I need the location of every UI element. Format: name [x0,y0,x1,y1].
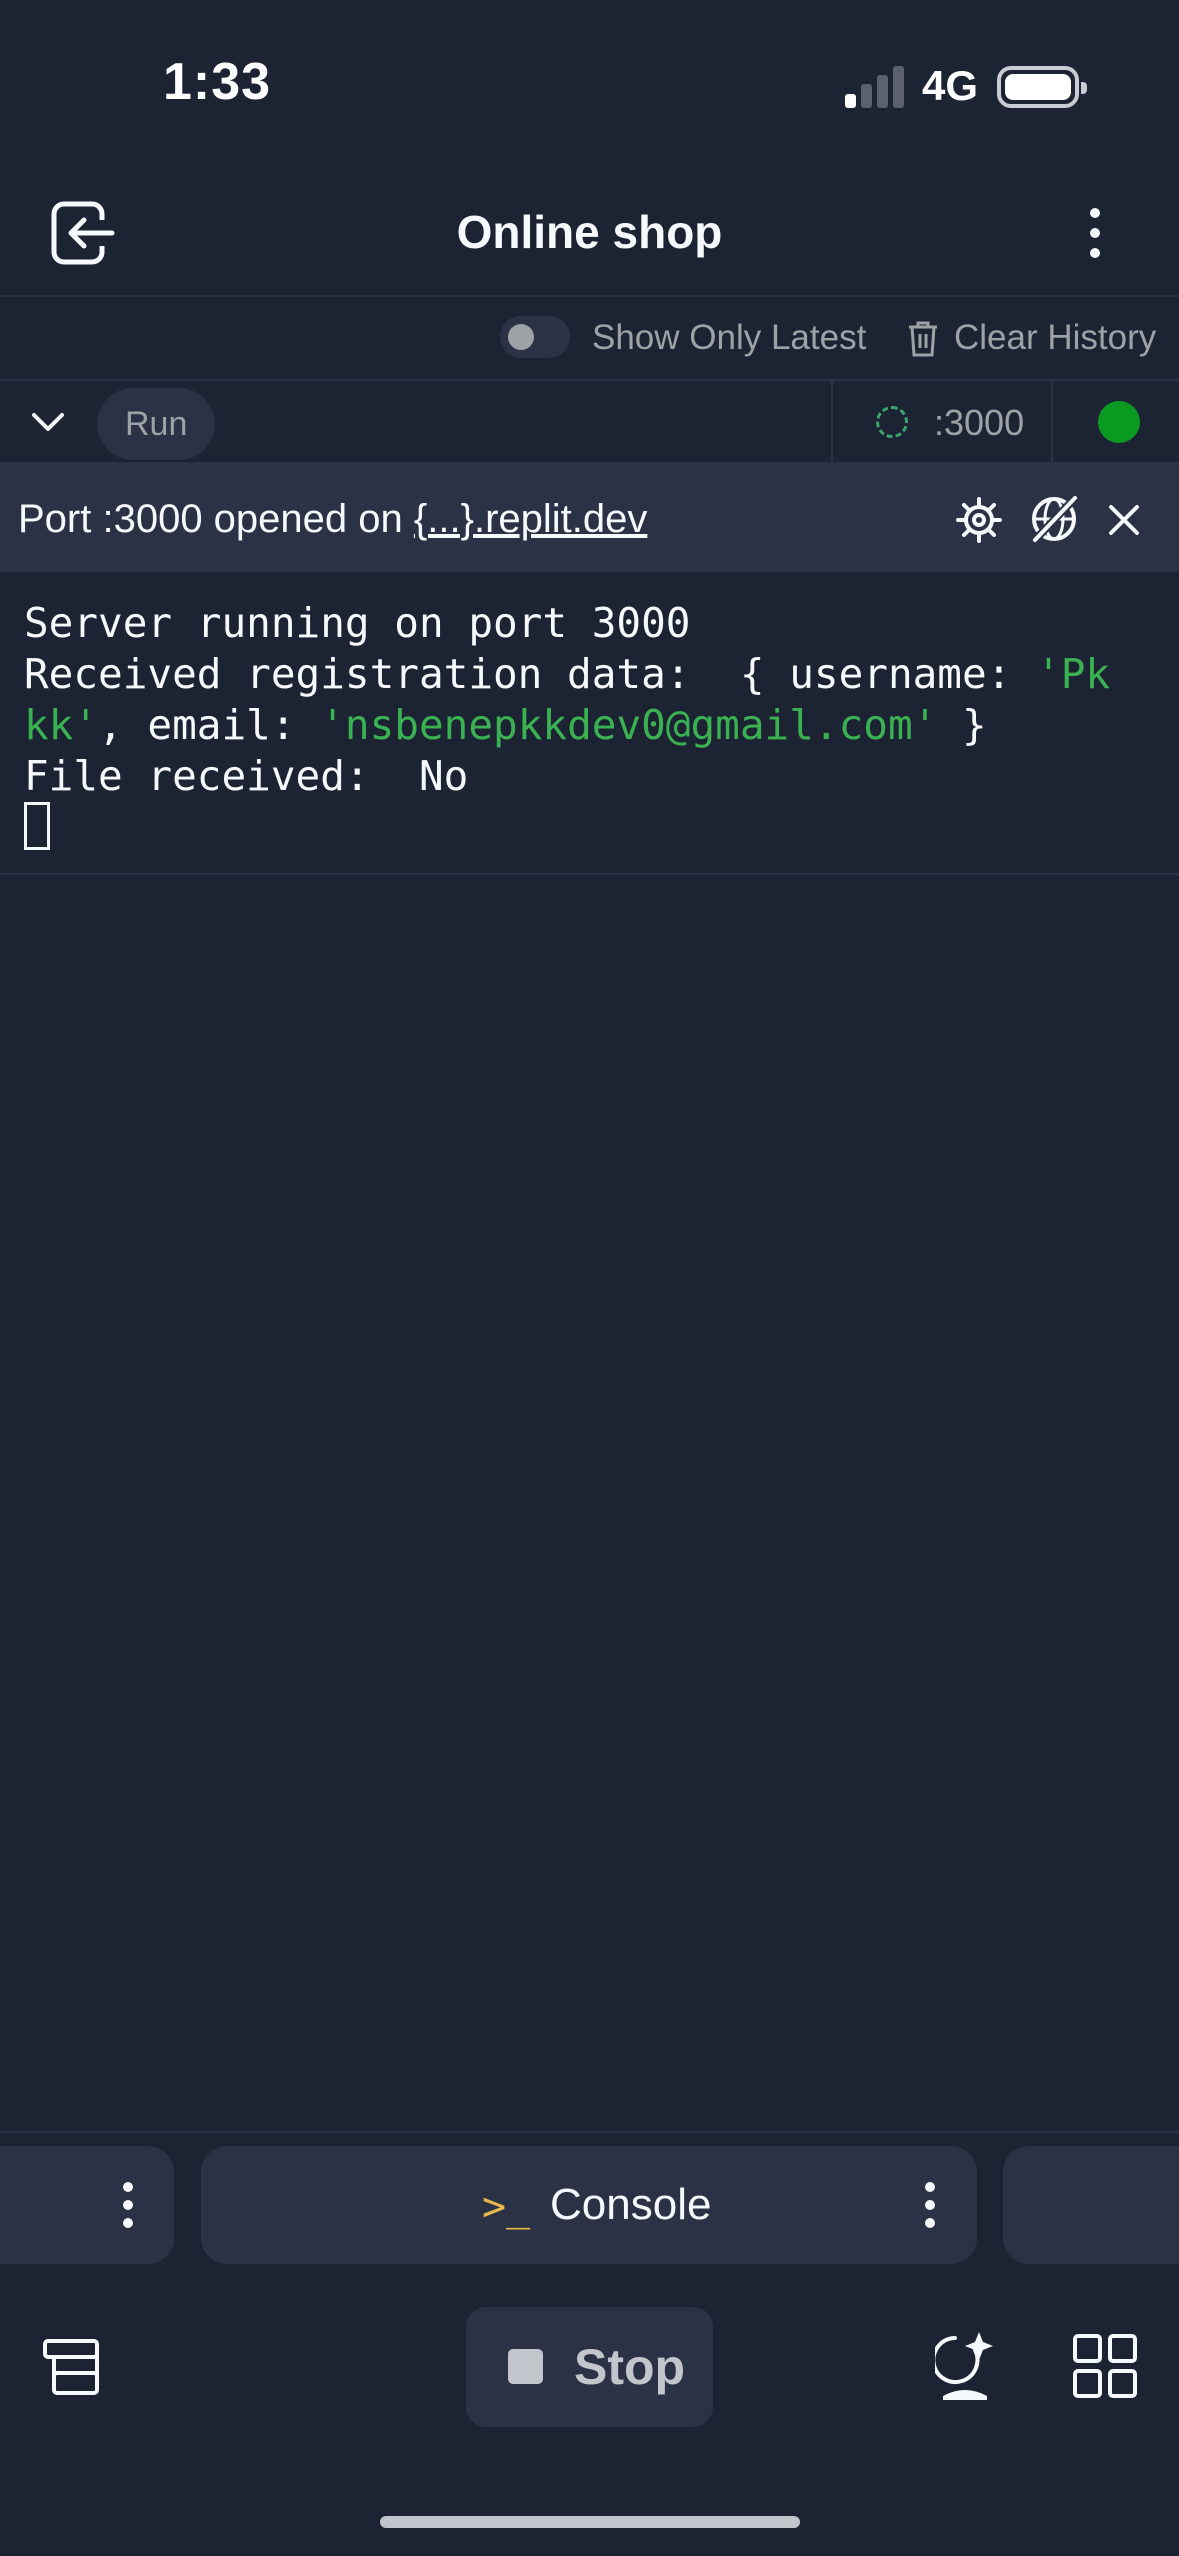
run-row-separator [831,381,833,462]
clear-history-button[interactable]: Clear History [954,318,1156,358]
apps-grid-icon[interactable] [1072,2333,1138,2404]
port-label[interactable]: :3000 [934,402,1024,444]
tab-next[interactable] [1003,2146,1179,2264]
console-line: kk', email: 'nsbenepkkdev0@gmail.com' } [24,701,987,749]
tab-menu-icon[interactable] [925,2182,935,2228]
running-status-dot [1098,401,1140,443]
status-time: 1:33 [163,53,272,111]
battery-icon [997,66,1087,108]
cellular-signal-icon [845,66,905,108]
show-only-latest-label[interactable]: Show Only Latest [592,318,866,358]
port-banner-prefix: Port :3000 opened on [18,497,414,541]
home-indicator [380,2516,800,2528]
console-output: Server running on port 3000 Received regi… [24,598,1164,802]
chevron-down-icon[interactable] [28,405,68,439]
stop-button-label: Stop [574,2339,686,2395]
run-button[interactable]: Run [97,388,216,460]
terminal-cursor[interactable] [24,802,50,850]
header-divider [0,295,1179,297]
toolbar-divider [0,379,1179,381]
stop-icon [508,2349,543,2384]
console-divider [0,873,1179,875]
console-icon: >_ [482,2184,531,2230]
globe-hidden-icon[interactable] [1029,494,1079,544]
tabbar-divider [0,2131,1179,2133]
trash-icon[interactable] [907,320,939,358]
show-only-latest-toggle[interactable] [500,316,570,358]
tab-previous[interactable] [0,2146,174,2264]
port-banner-text: Port :3000 opened on {...}.replit.dev [18,497,647,542]
network-type: 4G [922,62,979,109]
console-line: Received registration data: { username: … [24,650,1111,698]
ai-assistant-icon[interactable] [931,2330,997,2407]
page-title: Online shop [456,206,723,258]
tab-menu-icon[interactable] [123,2182,133,2228]
console-line: Server running on port 3000 [24,599,691,647]
replit-dev-link[interactable]: {...}.replit.dev [414,497,647,541]
more-options-icon[interactable] [1080,200,1110,266]
port-status-icon [876,406,908,438]
close-icon[interactable] [1106,502,1142,538]
console-line: File received: No [24,752,469,800]
layers-icon[interactable] [40,2336,102,2403]
run-row-separator-2 [1051,381,1053,462]
gear-icon[interactable] [955,496,1003,544]
tab-console-label: Console [550,2180,712,2229]
